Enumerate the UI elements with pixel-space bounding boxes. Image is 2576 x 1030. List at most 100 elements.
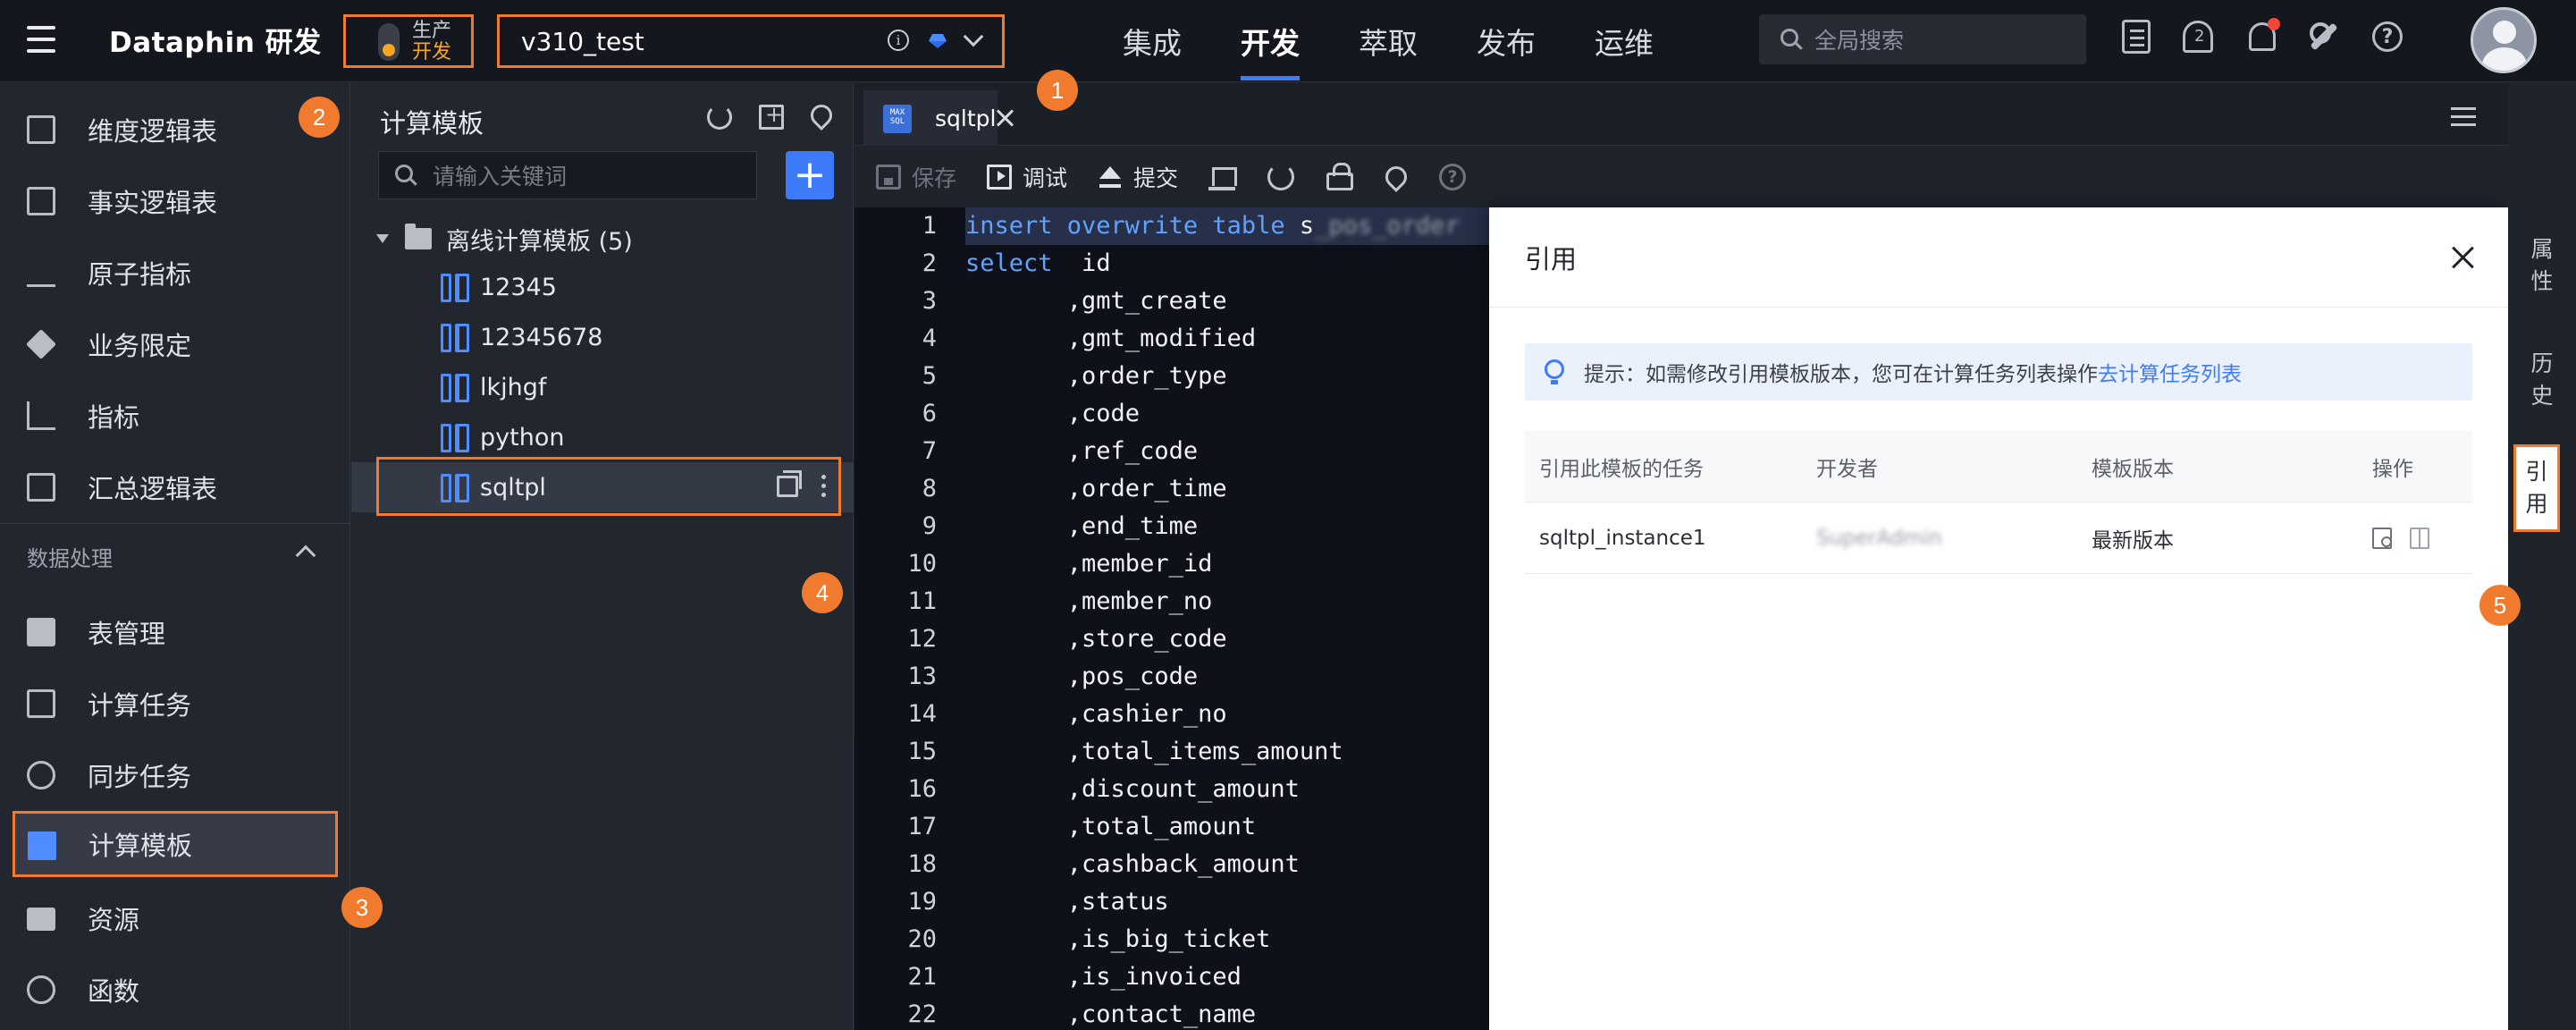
tree-item-template[interactable]: lkjhgf [351,362,854,412]
sidebar-item-fact-table[interactable]: 事实逻辑表 [0,165,350,237]
top-nav: 集成 开发 萃取 发布 运维 [1123,0,1654,82]
compare-icon[interactable] [2410,528,2429,549]
help-icon[interactable]: ? [1439,164,1467,190]
sidebar-item-atomic-metric[interactable]: 原子指标 [0,237,350,308]
folder-offline-templates[interactable]: 离线计算模板 (5) [376,219,633,258]
tree-item-template[interactable]: 12345 [351,262,854,312]
drawer-title: 引用 [1525,243,1578,274]
template-icon [28,832,56,860]
sidebar-item-sync-task[interactable]: 同步任务 [0,739,350,811]
search-icon [1780,29,1798,46]
code-line: 4 ,gmt_modified [854,320,1491,358]
folder-label: 离线计算模板 (5) [446,227,633,256]
template-search-input[interactable]: 请输入关键词 [378,151,757,199]
sidebar-item-compute-task[interactable]: 计算任务 [0,668,350,739]
chevron-up-icon[interactable] [295,545,316,566]
env-switch[interactable]: 生产 开发 [343,14,474,68]
save-button[interactable]: 保存 [876,161,956,193]
tip-text: 提示：如需修改引用模板版本，您可在计算任务列表操作 [1584,363,2098,386]
tree-item-template[interactable]: 12345678 [351,312,854,362]
line-number: 22 [907,1000,937,1028]
warehouse-icon[interactable] [1208,164,1238,190]
code-text: ,order_type [965,358,1227,395]
side-tab-reference[interactable]: 引 用 [2513,444,2560,532]
sidebar-item-summary-table[interactable]: 汇总逻辑表 [0,452,350,523]
locate-icon[interactable] [1381,162,1412,192]
project-select[interactable]: v310_test i [497,14,1005,68]
sidebar-item-label: 事实逻辑表 [88,188,218,218]
task-list-link[interactable]: 去计算任务列表 [2098,357,2242,387]
tree-item-template[interactable]: python [351,412,854,462]
code-rest: ,is_invoiced [965,963,1242,991]
chevron-down-icon[interactable] [963,26,984,47]
wrench-icon[interactable] [2308,21,2340,53]
side-tab-properties[interactable]: 属 性 [2517,233,2567,298]
copy-icon[interactable] [777,470,802,497]
sidebar-item-business-filter[interactable]: 业务限定 [0,308,350,380]
menu-icon[interactable] [23,21,59,57]
code-line: 10 ,member_id [854,545,1491,583]
info-icon[interactable]: i [888,30,909,51]
sidebar-item-dimension-table[interactable]: 维度逻辑表 [0,94,350,165]
help-icon[interactable]: ? [2372,21,2403,52]
code-line: 15 ,total_items_amount [854,733,1491,771]
new-folder-icon[interactable] [759,102,784,130]
code-line: 5 ,order_type [854,358,1491,395]
tab-sqltpl[interactable]: MAX SQL sqltpl [863,90,998,146]
column-header-version: 模板版本 [2092,458,2174,481]
line-number: 4 [922,325,937,352]
save-label: 保存 [912,165,957,191]
close-drawer-icon[interactable] [2451,245,2476,270]
locate-icon[interactable] [806,100,837,131]
line-number: 6 [922,400,937,427]
sidebar-item-table-management[interactable]: 表管理 [0,596,350,668]
code-line: 6 ,code [854,395,1491,433]
nav-extract[interactable]: 萃取 [1359,0,1418,82]
submit-button[interactable]: 提交 [1098,161,1178,193]
callout-badge: 5 [2479,585,2521,626]
nav-ops[interactable]: 运维 [1595,0,1654,82]
avatar[interactable] [2471,7,2537,73]
template-icon [441,274,469,302]
sidebar-item-function[interactable]: 函数 [0,954,350,1026]
debug-button[interactable]: 调试 [987,161,1067,193]
nav-develop[interactable]: 开发 [1241,0,1300,82]
list-icon[interactable] [2449,102,2478,131]
brand-title: Dataphin 研发 [109,27,322,59]
line-number: 3 [922,287,937,315]
sidebar-item-label: 原子指标 [88,259,192,290]
refresh-icon[interactable] [707,105,732,130]
code-text: select id [965,245,1111,283]
close-tab-icon[interactable] [995,107,1016,129]
sidebar-item-resource[interactable]: 资源 [0,882,350,954]
template-version: 最新版本 [2092,529,2174,553]
global-search-input[interactable]: 全局搜索 [1759,14,2086,64]
line-number: 12 [907,625,937,653]
sql-file-icon: MAX SQL [883,105,912,133]
lock-icon[interactable] [1326,163,1354,190]
tree-item-template-selected[interactable]: sqltpl [351,457,854,516]
folder-icon [405,224,432,249]
line-number: 13 [907,663,937,690]
code-rest: ,pos_code [965,663,1199,690]
sidebar-item-metric[interactable]: 指标 [0,380,350,452]
nav-publish[interactable]: 发布 [1477,0,1536,82]
code-text: ,member_id [965,545,1213,583]
line-number: 21 [907,963,937,991]
code-line: 21 ,is_invoiced [854,958,1491,996]
more-icon[interactable] [821,475,827,498]
tree-item-label: 12345678 [480,323,603,351]
refresh-icon[interactable] [1267,164,1295,190]
bell-icon[interactable] [2249,18,2280,51]
template-search-placeholder: 请输入关键词 [433,164,568,190]
nav-integration[interactable]: 集成 [1123,0,1182,82]
view-icon[interactable] [2372,528,2392,549]
sidebar-item-compute-template[interactable]: 计算模板 [13,811,338,877]
code-editor[interactable]: 1 insert overwrite table s_pos_order 2 sele… [854,207,1491,1030]
add-template-button[interactable]: + [786,151,834,199]
alarm-icon[interactable] [2183,21,2213,53]
template-icon [441,474,469,502]
developer-name: SuperAdmin [1816,502,1942,574]
document-icon[interactable] [2122,20,2151,54]
side-tab-history[interactable]: 历 史 [2517,348,2567,412]
